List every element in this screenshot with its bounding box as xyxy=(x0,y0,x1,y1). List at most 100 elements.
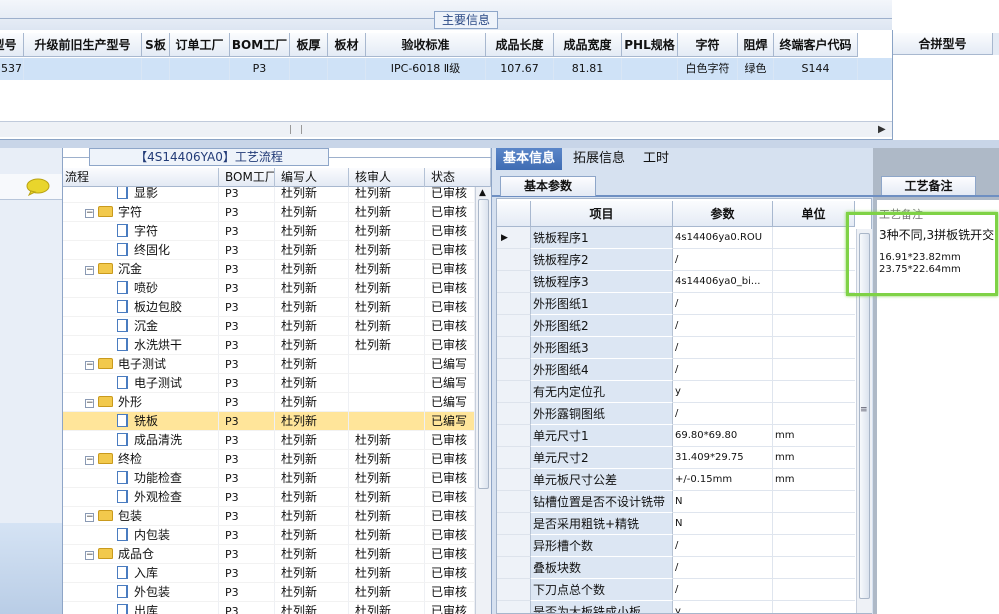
flow-node[interactable]: 沉金 xyxy=(63,317,219,336)
param-unit-cell[interactable] xyxy=(773,601,855,613)
collapse-toggle-icon[interactable]: − xyxy=(85,266,94,275)
row-indicator[interactable] xyxy=(497,601,531,613)
param-value-cell[interactable]: 31.409*29.75 xyxy=(673,447,773,469)
collapse-toggle-icon[interactable]: − xyxy=(85,209,94,218)
flow-tree-row[interactable]: 终固化 P3 杜列新 杜列新 已审核 xyxy=(63,241,475,260)
param-unit-cell[interactable]: mm xyxy=(773,469,855,491)
row-indicator[interactable] xyxy=(497,491,531,513)
row-indicator[interactable] xyxy=(497,337,531,359)
top-col-header[interactable]: 验收标准 xyxy=(366,33,486,57)
top-row-cell[interactable]: 25537 xyxy=(0,58,24,80)
top-row-cell[interactable] xyxy=(170,58,230,80)
param-unit-cell[interactable] xyxy=(773,359,855,381)
top-col-header[interactable]: 板厚 xyxy=(290,33,328,57)
col-flow[interactable]: 流程 xyxy=(63,168,219,187)
flow-node[interactable]: − 终检 xyxy=(63,450,219,469)
row-indicator[interactable] xyxy=(497,469,531,491)
flow-tree-row[interactable]: 显影 P3 杜列新 杜列新 已审核 xyxy=(63,187,475,203)
col-reviewer[interactable]: 核审人 xyxy=(349,168,425,187)
top-col-header[interactable]: PHL规格 xyxy=(622,33,678,57)
subtab-basic-params[interactable]: 基本参数 xyxy=(500,176,596,196)
flow-node[interactable]: 功能检查 xyxy=(63,469,219,488)
param-value-cell[interactable]: N xyxy=(673,491,773,513)
param-row[interactable]: 铣板程序2/ xyxy=(497,249,855,271)
flow-tree-row[interactable]: 喷砂 P3 杜列新 杜列新 已审核 xyxy=(63,279,475,298)
flow-node[interactable]: 内包装 xyxy=(63,526,219,545)
param-row[interactable]: 外形露铜图纸 / xyxy=(497,403,855,425)
flow-tree-row[interactable]: − 成品仓 P3 杜列新 杜列新 已审核 xyxy=(63,545,475,564)
param-row[interactable]: 下刀点总个数 / xyxy=(497,579,855,601)
param-unit-cell[interactable] xyxy=(773,579,855,601)
flow-node[interactable]: 外观检查 xyxy=(63,488,219,507)
row-indicator[interactable] xyxy=(497,535,531,557)
top-row-cell[interactable] xyxy=(24,58,142,80)
param-row[interactable]: 单元尺寸2 31.409*29.75 mm xyxy=(497,447,855,469)
param-value-cell[interactable]: / xyxy=(673,315,773,337)
param-value-cell[interactable]: / xyxy=(673,359,773,381)
top-row-cell[interactable]: 81.81 xyxy=(554,58,622,80)
col-bom-factory[interactable]: BOM工厂 xyxy=(219,168,275,187)
param-unit-cell[interactable] xyxy=(773,293,855,315)
flow-vscrollbar[interactable]: ▲ xyxy=(475,187,491,614)
collapse-toggle-icon[interactable]: − xyxy=(85,551,94,560)
flow-node[interactable]: 铣板 xyxy=(63,412,219,431)
param-value-cell[interactable]: 4s14406ya0.ROU xyxy=(673,227,773,249)
flow-tree-row[interactable]: − 外形 P3 杜列新 已编写 xyxy=(63,393,475,412)
chat-bubble-icon[interactable] xyxy=(26,178,50,196)
row-indicator[interactable] xyxy=(497,579,531,601)
top-row-cell[interactable]: P3 xyxy=(230,58,290,80)
top-row-cell[interactable]: 绿色 xyxy=(738,58,774,80)
param-unit-cell[interactable] xyxy=(773,227,855,249)
param-row[interactable]: ▶ 铣板程序1 4s14406ya0.ROU xyxy=(497,227,855,249)
collapse-toggle-icon[interactable]: − xyxy=(85,513,94,522)
top-row-cell[interactable] xyxy=(328,58,366,80)
top-col-header[interactable]: 订单工厂 xyxy=(170,33,230,57)
param-value-cell[interactable]: / xyxy=(673,579,773,601)
scroll-up-arrow-icon[interactable]: ▲ xyxy=(479,188,486,198)
param-row[interactable]: 钻槽位置是否不设计铣带 N xyxy=(497,491,855,513)
param-unit-cell[interactable] xyxy=(773,249,855,271)
flow-tree-row[interactable]: 成品清洗 P3 杜列新 杜列新 已审核 xyxy=(63,431,475,450)
param-value-cell[interactable]: 4s14406ya0_bi... xyxy=(673,271,773,293)
flow-tree-row[interactable]: 字符 P3 杜列新 杜列新 已审核 xyxy=(63,222,475,241)
row-indicator[interactable] xyxy=(497,293,531,315)
top-col-header[interactable]: 字符 xyxy=(678,33,738,57)
param-value-cell[interactable]: / xyxy=(673,293,773,315)
param-unit-cell[interactable] xyxy=(773,337,855,359)
param-value-cell[interactable]: / xyxy=(673,535,773,557)
flow-node[interactable]: − 外形 xyxy=(63,393,219,412)
param-unit-cell[interactable] xyxy=(773,535,855,557)
flow-tree-row[interactable]: 电子测试 P3 杜列新 已编写 xyxy=(63,374,475,393)
flow-tree-row[interactable]: 铣板 P3 杜列新 已编写 xyxy=(63,412,475,431)
scroll-right-arrow-icon[interactable]: ▶ xyxy=(878,124,886,135)
param-row[interactable]: 单元板尺寸公差 +/-0.15mm mm xyxy=(497,469,855,491)
param-unit-cell[interactable]: mm xyxy=(773,447,855,469)
top-row-cell[interactable]: IPC-6018 Ⅱ级 xyxy=(366,58,486,80)
param-row[interactable]: 单元尺寸1 69.80*69.80 mm xyxy=(497,425,855,447)
flow-tree-row[interactable]: 外观检查 P3 杜列新 杜列新 已审核 xyxy=(63,488,475,507)
top-col-header[interactable]: S板 xyxy=(142,33,170,57)
flow-tree-row[interactable]: 入库 P3 杜列新 杜列新 已审核 xyxy=(63,564,475,583)
top-col-header[interactable]: 成品长度 xyxy=(486,33,554,57)
top-row-cell[interactable]: 白色字符 xyxy=(678,58,738,80)
row-indicator[interactable] xyxy=(497,513,531,535)
tab-work-hours[interactable]: 工时 xyxy=(636,148,676,170)
col-item[interactable]: 项目 xyxy=(531,201,673,227)
col-unit[interactable]: 单位 xyxy=(773,201,855,227)
flow-node[interactable]: 字符 xyxy=(63,222,219,241)
tab-process-remark[interactable]: 工艺备注 xyxy=(881,176,976,196)
param-value-cell[interactable]: +/-0.15mm xyxy=(673,469,773,491)
param-value-cell[interactable]: / xyxy=(673,557,773,579)
flow-tree-row[interactable]: 沉金 P3 杜列新 杜列新 已审核 xyxy=(63,317,475,336)
param-value-cell[interactable]: y xyxy=(673,601,773,613)
flow-tree-row[interactable]: − 字符 P3 杜列新 杜列新 已审核 xyxy=(63,203,475,222)
flow-node[interactable]: − 沉金 xyxy=(63,260,219,279)
top-col-header[interactable]: 板材 xyxy=(328,33,366,57)
param-unit-cell[interactable] xyxy=(773,513,855,535)
flow-tree-row[interactable]: − 终检 P3 杜列新 杜列新 已审核 xyxy=(63,450,475,469)
top-col-header[interactable]: 成品宽度 xyxy=(554,33,622,57)
param-unit-cell[interactable] xyxy=(773,491,855,513)
param-value-cell[interactable]: 69.80*69.80 xyxy=(673,425,773,447)
param-row[interactable]: 有无内定位孔 y xyxy=(497,381,855,403)
tab-basic-info[interactable]: 基本信息 xyxy=(496,148,563,170)
